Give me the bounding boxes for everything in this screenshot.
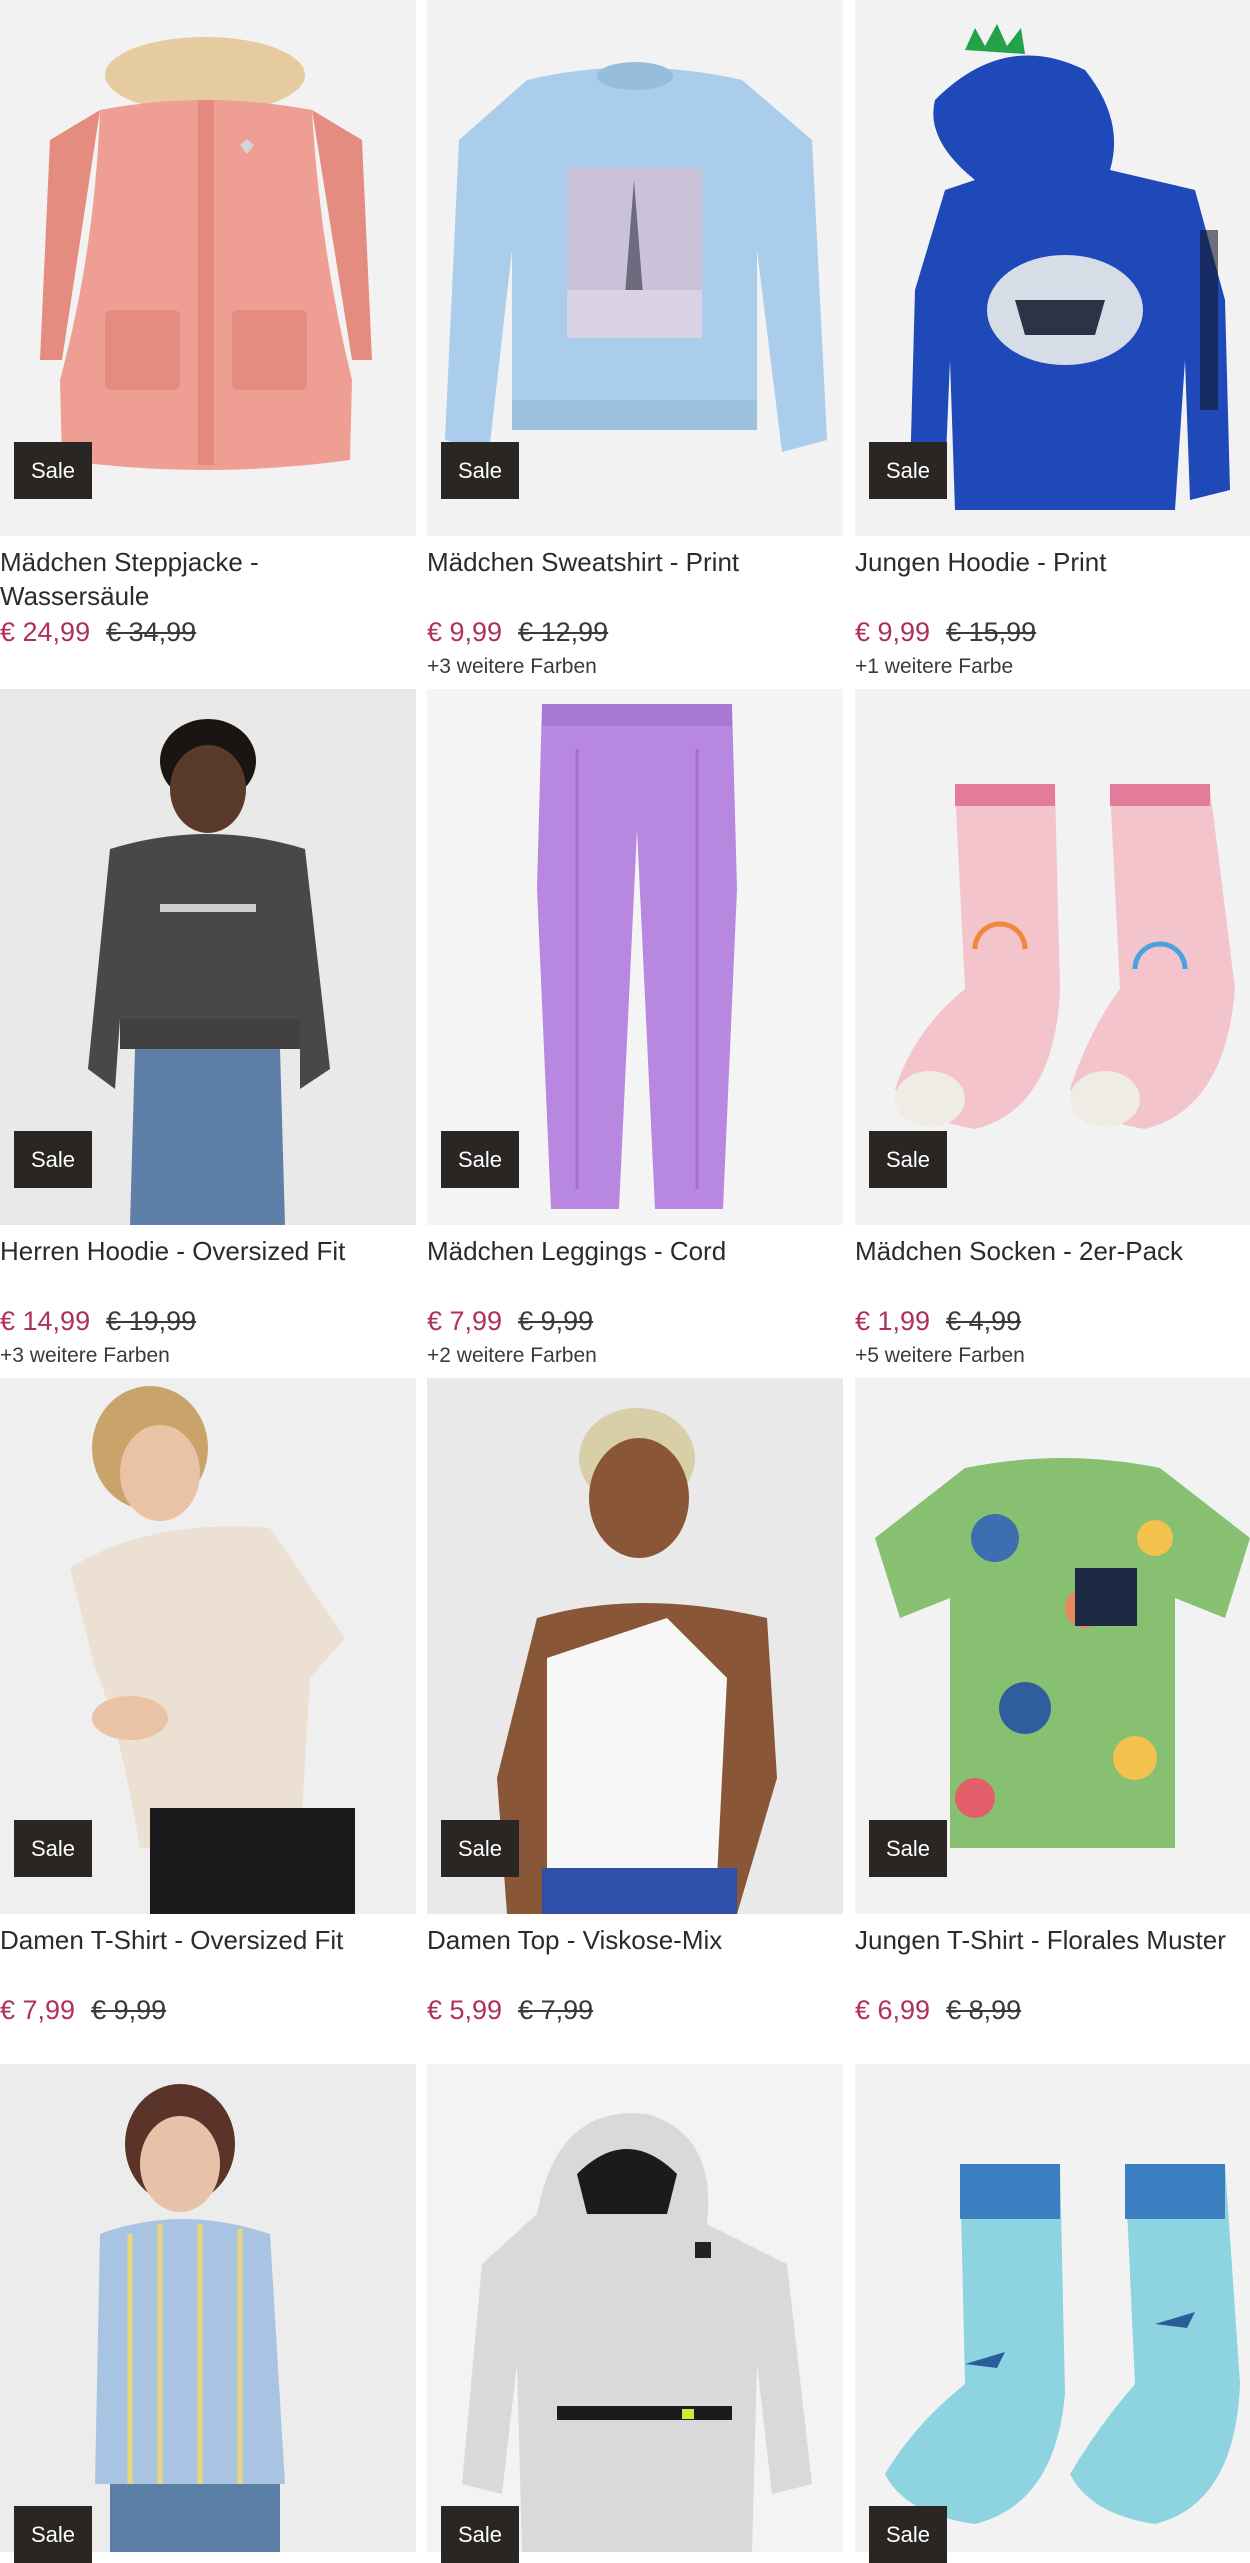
more-colors-link[interactable]: +2 weitere Farben <box>427 1343 597 1369</box>
product-card[interactable]: Sale Mädchen Sweatshirt - Print € 9,99 € … <box>427 0 843 688</box>
grey-camo-hoodie-icon <box>427 2064 843 2552</box>
current-price: € 9,99 <box>855 617 931 647</box>
more-colors-link[interactable]: +3 weitere Farben <box>0 1343 170 1369</box>
product-card[interactable]: Sale <box>427 2064 843 2563</box>
price-row: € 24,99 € 34,99 <box>0 615 196 649</box>
product-title[interactable]: Mädchen Leggings - Cord <box>427 1234 837 1268</box>
blue-shark-socks-icon <box>855 2064 1250 2552</box>
woman-striped-shirt-icon <box>0 2064 416 2552</box>
product-title[interactable]: Mädchen Socken - 2er-Pack <box>855 1234 1250 1268</box>
old-price: € 34,99 <box>106 617 197 647</box>
product-image[interactable] <box>855 2064 1250 2552</box>
sale-badge: Sale <box>869 1131 947 1188</box>
current-price: € 5,99 <box>427 1995 503 2025</box>
sale-badge: Sale <box>869 442 947 499</box>
sale-badge: Sale <box>441 1820 519 1877</box>
price-row: € 9,99 € 12,99 <box>427 615 608 649</box>
sale-badge: Sale <box>441 442 519 499</box>
product-title[interactable]: Jungen Hoodie - Print <box>855 545 1250 579</box>
old-price: € 15,99 <box>946 617 1037 647</box>
product-card[interactable]: Sale Damen T-Shirt - Oversized Fit € 7,9… <box>0 1378 416 2066</box>
price-row: € 14,99 € 19,99 <box>0 1304 196 1338</box>
sale-badge: Sale <box>441 1131 519 1188</box>
sale-badge: Sale <box>869 2506 947 2563</box>
old-price: € 12,99 <box>518 617 609 647</box>
product-card[interactable]: Sale <box>855 2064 1250 2563</box>
product-image[interactable] <box>0 2064 416 2552</box>
product-title[interactable]: Damen T-Shirt - Oversized Fit <box>0 1923 410 1957</box>
price-row: € 5,99 € 7,99 <box>427 1993 593 2027</box>
price-row: € 1,99 € 4,99 <box>855 1304 1021 1338</box>
more-colors-link[interactable]: +3 weitere Farben <box>427 654 597 680</box>
more-colors-link[interactable]: +5 weitere Farben <box>855 1343 1025 1369</box>
product-title[interactable]: Mädchen Steppjacke - Wassersäule <box>0 545 410 613</box>
product-card[interactable]: Sale Mädchen Leggings - Cord € 7,99 € 9,9… <box>427 689 843 1377</box>
old-price: € 8,99 <box>946 1995 1022 2025</box>
current-price: € 7,99 <box>427 1306 503 1336</box>
price-row: € 7,99 € 9,99 <box>427 1304 593 1338</box>
sale-badge: Sale <box>869 1820 947 1877</box>
current-price: € 6,99 <box>855 1995 931 2025</box>
product-card[interactable]: Sale Damen Top - Viskose-Mix € 5,99 € 7,9… <box>427 1378 843 2066</box>
product-card[interactable]: Sale Jungen T-Shirt - Florales Muster € … <box>855 1378 1250 2066</box>
product-image[interactable] <box>427 2064 843 2552</box>
current-price: € 14,99 <box>0 1306 91 1336</box>
current-price: € 24,99 <box>0 617 91 647</box>
product-card[interactable]: Sale Mädchen Steppjacke - Wassersäule € … <box>0 0 416 688</box>
price-row: € 7,99 € 9,99 <box>0 1993 166 2027</box>
old-price: € 4,99 <box>946 1306 1022 1336</box>
sale-badge: Sale <box>14 1820 92 1877</box>
product-card[interactable]: Sale Mädchen Socken - 2er-Pack € 1,99 € 4… <box>855 689 1250 1377</box>
product-card[interactable]: Sale <box>0 2064 416 2563</box>
sale-badge: Sale <box>14 1131 92 1188</box>
more-colors-link[interactable]: +1 weitere Farbe <box>855 654 1013 680</box>
price-row: € 9,99 € 15,99 <box>855 615 1036 649</box>
product-title[interactable]: Herren Hoodie - Oversized Fit <box>0 1234 410 1268</box>
price-row: € 6,99 € 8,99 <box>855 1993 1021 2027</box>
current-price: € 7,99 <box>0 1995 76 2025</box>
product-card[interactable]: Sale Jungen Hoodie - Print € 9,99 € 15,99… <box>855 0 1250 688</box>
sale-badge: Sale <box>14 2506 92 2563</box>
old-price: € 9,99 <box>91 1995 167 2025</box>
current-price: € 9,99 <box>427 617 503 647</box>
product-title[interactable]: Jungen T-Shirt - Florales Muster <box>855 1923 1250 1957</box>
old-price: € 19,99 <box>106 1306 197 1336</box>
product-card[interactable]: Sale Herren Hoodie - Oversized Fit € 14,… <box>0 689 416 1377</box>
sale-badge: Sale <box>441 2506 519 2563</box>
product-title[interactable]: Damen Top - Viskose-Mix <box>427 1923 837 1957</box>
sale-badge: Sale <box>14 442 92 499</box>
product-title[interactable]: Mädchen Sweatshirt - Print <box>427 545 837 579</box>
current-price: € 1,99 <box>855 1306 931 1336</box>
old-price: € 9,99 <box>518 1306 594 1336</box>
old-price: € 7,99 <box>518 1995 594 2025</box>
